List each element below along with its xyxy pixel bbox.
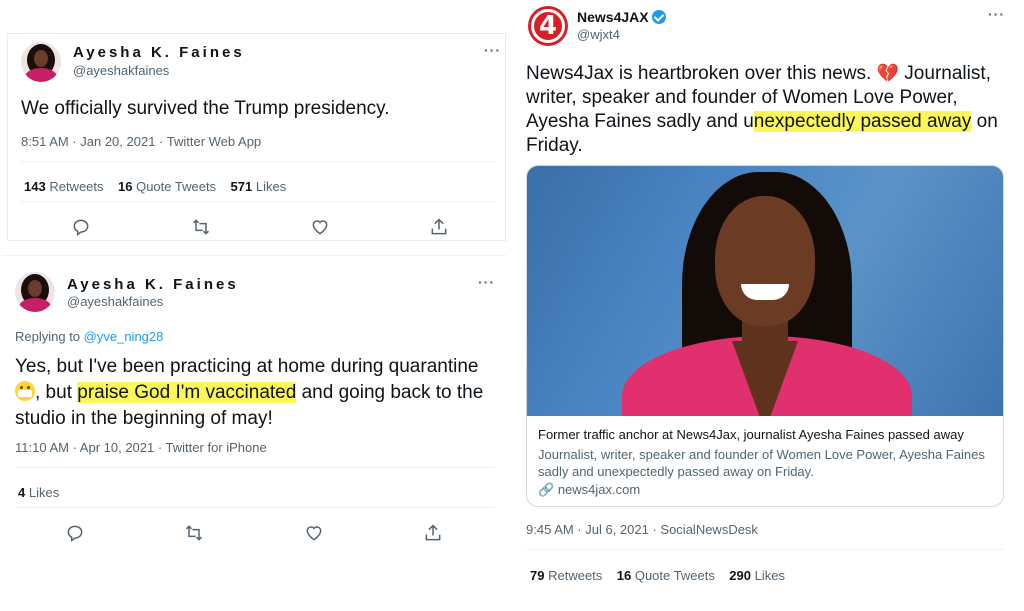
more-options-icon[interactable]: ··· [478, 274, 495, 290]
highlighted-text: nexpectedly passed away [753, 111, 972, 132]
user-handle[interactable]: @wjxt4 [577, 27, 620, 42]
tweet-stats: 4 Likes [18, 485, 59, 500]
highlighted-text: praise God I'm vaccinated [77, 382, 297, 403]
replying-to-link[interactable]: @yve_ning28 [84, 329, 164, 344]
more-options-icon[interactable]: ··· [484, 42, 501, 58]
likes-stat[interactable]: 290 Likes [729, 568, 785, 583]
reply-icon[interactable] [71, 217, 91, 237]
likes-stat[interactable]: 4 Likes [18, 485, 59, 500]
quote-tweet-stat[interactable]: 16 Quote Tweets [118, 179, 216, 194]
divider [526, 549, 1004, 550]
tweet-text: Yes, but I've been practicing at home du… [15, 356, 484, 429]
retweet-stat[interactable]: 143 Retweets [24, 179, 104, 194]
retweet-icon[interactable] [184, 523, 204, 543]
divider [21, 201, 495, 202]
divider [15, 467, 495, 468]
share-icon[interactable] [429, 217, 449, 237]
retweet-icon[interactable] [191, 217, 211, 237]
tweet-stats: 143 Retweets 16 Quote Tweets 571 Likes [24, 179, 286, 194]
tweet-text: News4Jax is heartbroken over this news. … [526, 63, 998, 156]
broken-heart-icon: 💔 [876, 63, 900, 83]
more-options-icon[interactable]: ··· [988, 6, 1005, 22]
like-icon[interactable] [310, 217, 330, 237]
retweet-stat[interactable]: 79 Retweets [530, 568, 602, 583]
tweet-card[interactable]: Ayesha K. Faines @ayeshakfaines ··· Repl… [2, 255, 506, 567]
tweet-timestamp[interactable]: 8:51 AM · Jan 20, 2021 · Twitter Web App [21, 134, 261, 149]
share-icon[interactable] [423, 523, 443, 543]
news4jax-logo[interactable]: 4 [528, 6, 568, 46]
display-name[interactable]: News4JAX [577, 9, 666, 25]
reply-icon[interactable] [65, 523, 85, 543]
link-card-description: Journalist, writer, speaker and founder … [538, 447, 985, 479]
like-icon[interactable] [304, 523, 324, 543]
link-icon: 🔗 [538, 482, 555, 497]
quote-tweet-stat[interactable]: 16 Quote Tweets [617, 568, 715, 583]
link-card-domain: 🔗 news4jax.com [538, 482, 641, 497]
grimacing-face-icon [15, 381, 35, 401]
divider [21, 161, 495, 162]
link-card-title: Former traffic anchor at News4Jax, journ… [538, 427, 964, 442]
display-name[interactable]: Ayesha K. Faines [67, 276, 239, 293]
avatar[interactable] [21, 42, 61, 82]
tweet-timestamp[interactable]: 9:45 AM · Jul 6, 2021 · SocialNewsDesk [526, 522, 758, 537]
tweet-timestamp[interactable]: 11:10 AM · Apr 10, 2021 · Twitter for iP… [15, 440, 267, 455]
tweet-card[interactable]: Ayesha K. Faines @ayeshakfaines ··· We o… [7, 33, 506, 241]
user-handle[interactable]: @ayeshakfaines [73, 63, 169, 78]
tweet-stats: 79 Retweets 16 Quote Tweets 290 Likes [530, 568, 785, 583]
replying-to: Replying to @yve_ning28 [15, 329, 164, 344]
likes-stat[interactable]: 571 Likes [231, 179, 287, 194]
divider [15, 507, 495, 508]
link-preview-card[interactable]: Former traffic anchor at News4Jax, journ… [526, 165, 1004, 507]
avatar[interactable] [15, 272, 55, 312]
tweet-card[interactable]: 4 News4JAX @wjxt4 ··· News4Jax is heartb… [512, 0, 1018, 595]
tweet-text: We officially survived the Trump preside… [21, 98, 390, 119]
display-name[interactable]: Ayesha K. Faines [73, 44, 245, 61]
article-photo [527, 166, 1003, 416]
user-handle[interactable]: @ayeshakfaines [67, 294, 163, 309]
verified-badge-icon [651, 10, 666, 24]
